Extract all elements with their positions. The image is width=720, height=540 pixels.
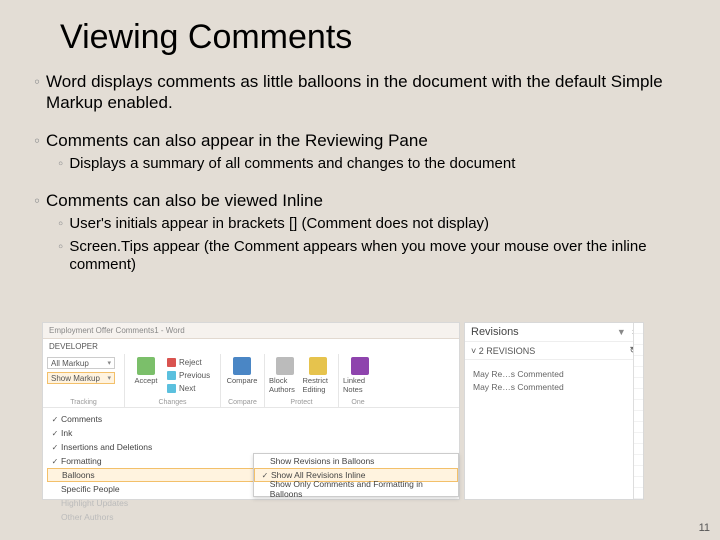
check-icon: ✓: [49, 457, 61, 466]
slide-title: Viewing Comments: [0, 0, 720, 65]
block-authors-button[interactable]: Block Authors: [269, 357, 301, 394]
screenshots-row: Employment Offer Comments1 - Word DEVELO…: [42, 322, 644, 500]
bullet-mark: ◦: [34, 190, 40, 211]
window-titlebar: Employment Offer Comments1 - Word: [43, 323, 459, 339]
menu-label: Other Authors: [61, 512, 113, 522]
bullet-mark: ◦: [58, 215, 63, 234]
bullet-3b: ◦ Screen.Tips appear (the Comment appear…: [58, 238, 690, 276]
vertical-ruler: [633, 323, 643, 499]
all-markup-dropdown[interactable]: All Markup ▾: [47, 357, 115, 369]
check-icon: ✓: [49, 443, 61, 452]
group-label: Changes: [129, 398, 216, 407]
chevron-down-icon[interactable]: ˅: [471, 346, 476, 356]
bullet-3a: ◦ User's initials appear in brackets [] …: [58, 215, 690, 234]
revisions-pane-screenshot: Revisions ▼ × ˅ 2 REVISIONS ↻ May Re…s C…: [464, 322, 644, 500]
ribbon-group-tracking: All Markup ▾ Show Markup ▾ Tracking: [43, 354, 125, 407]
menu-label: Show Only Comments and Formatting in Bal…: [270, 479, 454, 499]
chevron-down-icon: ▾: [107, 374, 111, 382]
submenu-show-revisions-balloons[interactable]: Show Revisions in Balloons: [254, 454, 458, 468]
dropdown-label: Show Markup: [51, 374, 100, 383]
bullet-text: Comments can also be viewed Inline: [46, 190, 323, 211]
bullet-1: ◦ Word displays comments as little ballo…: [34, 71, 690, 114]
bullet-mark: ◦: [58, 238, 63, 276]
button-label: Linked Notes: [343, 376, 377, 394]
button-label: Next: [179, 384, 195, 393]
dropdown-icon[interactable]: ▼: [617, 327, 626, 337]
restrict-editing-icon: [309, 357, 327, 375]
bullet-2: ◦ Comments can also appear in the Review…: [34, 130, 690, 151]
accept-icon: [137, 357, 155, 375]
reject-icon: [167, 358, 176, 367]
revisions-count-row: ˅ 2 REVISIONS ↻: [465, 342, 643, 360]
revisions-title: Revisions: [471, 326, 519, 338]
menu-label: Ink: [61, 428, 72, 438]
group-label: One: [343, 398, 373, 407]
bullet-text: User's initials appear in brackets [] (C…: [69, 215, 489, 234]
bullet-mark: ◦: [34, 71, 40, 114]
check-icon: ✓: [49, 429, 61, 438]
revision-item[interactable]: May Re…s Commented: [473, 382, 635, 392]
revisions-count: 2 REVISIONS: [479, 346, 536, 356]
ribbon-group-onenote: Linked Notes One: [339, 354, 377, 407]
bullet-mark: ◦: [58, 155, 63, 174]
revision-item[interactable]: May Re…s Commented: [473, 369, 635, 379]
menu-label: Comments: [61, 414, 102, 424]
group-label: Compare: [225, 398, 260, 407]
bullet-text: Screen.Tips appear (the Comment appears …: [69, 238, 690, 276]
revisions-list: May Re…s Commented May Re…s Commented: [465, 360, 643, 401]
dropdown-label: All Markup: [51, 359, 89, 368]
button-label: Reject: [179, 358, 202, 367]
menu-label: Balloons: [62, 470, 95, 480]
group-label: Tracking: [47, 398, 120, 407]
block-authors-icon: [276, 357, 294, 375]
ribbon-body: All Markup ▾ Show Markup ▾ Tracking Acce…: [43, 354, 459, 408]
button-label: Compare: [227, 376, 258, 385]
menu-label: Insertions and Deletions: [61, 442, 152, 452]
menu-item-comments[interactable]: ✓Comments: [47, 412, 459, 426]
button-label: Accept: [135, 376, 158, 385]
ribbon-group-protect: Block Authors Restrict Editing Protect: [265, 354, 339, 407]
chevron-down-icon: ▾: [107, 359, 111, 367]
menu-label: Highlight Updates: [61, 498, 128, 508]
bullet-2a: ◦ Displays a summary of all comments and…: [58, 155, 690, 174]
compare-button[interactable]: Compare: [225, 357, 259, 385]
revisions-header: Revisions ▼ ×: [465, 323, 643, 342]
button-label: Restrict Editing: [303, 376, 335, 394]
check-icon: ✓: [49, 415, 61, 424]
menu-label: Show Revisions in Balloons: [270, 456, 374, 466]
bullet-mark: ◦: [34, 130, 40, 151]
menu-item-ink[interactable]: ✓Ink: [47, 426, 459, 440]
compare-icon: [233, 357, 251, 375]
show-markup-dropdown[interactable]: Show Markup ▾: [47, 372, 115, 384]
reject-button[interactable]: Reject: [167, 357, 210, 368]
menu-item-other-authors: Other Authors: [47, 510, 459, 524]
balloons-submenu: Show Revisions in Balloons ✓Show All Rev…: [253, 453, 459, 497]
bullet-text: Comments can also appear in the Reviewin…: [46, 130, 428, 151]
word-ribbon-screenshot: Employment Offer Comments1 - Word DEVELO…: [42, 322, 460, 500]
slide-content: ◦ Word displays comments as little ballo…: [0, 71, 720, 275]
bullet-text: Displays a summary of all comments and c…: [69, 155, 515, 174]
ribbon-tab-developer[interactable]: DEVELOPER: [43, 339, 459, 354]
accept-button[interactable]: Accept: [129, 357, 163, 394]
menu-item-insertions-deletions[interactable]: ✓Insertions and Deletions: [47, 440, 459, 454]
menu-label: Specific People: [61, 484, 120, 494]
onenote-icon: [351, 357, 369, 375]
page-number: 11: [699, 522, 710, 534]
bullet-text: Word displays comments as little balloon…: [46, 71, 690, 114]
ribbon-group-changes: Accept Reject Previous Next Changes: [125, 354, 221, 407]
group-label: Protect: [269, 398, 334, 407]
ribbon-group-compare: Compare Compare: [221, 354, 265, 407]
button-label: Block Authors: [269, 376, 301, 394]
submenu-show-only-comments-balloons[interactable]: Show Only Comments and Formatting in Bal…: [254, 482, 458, 496]
previous-icon: [167, 371, 176, 380]
linked-notes-button[interactable]: Linked Notes: [343, 357, 377, 394]
button-label: Previous: [179, 371, 210, 380]
restrict-editing-button[interactable]: Restrict Editing: [303, 357, 335, 394]
next-icon: [167, 384, 176, 393]
previous-button[interactable]: Previous: [167, 370, 210, 381]
bullet-3: ◦ Comments can also be viewed Inline: [34, 190, 690, 211]
menu-label: Formatting: [61, 456, 102, 466]
next-button[interactable]: Next: [167, 383, 210, 394]
